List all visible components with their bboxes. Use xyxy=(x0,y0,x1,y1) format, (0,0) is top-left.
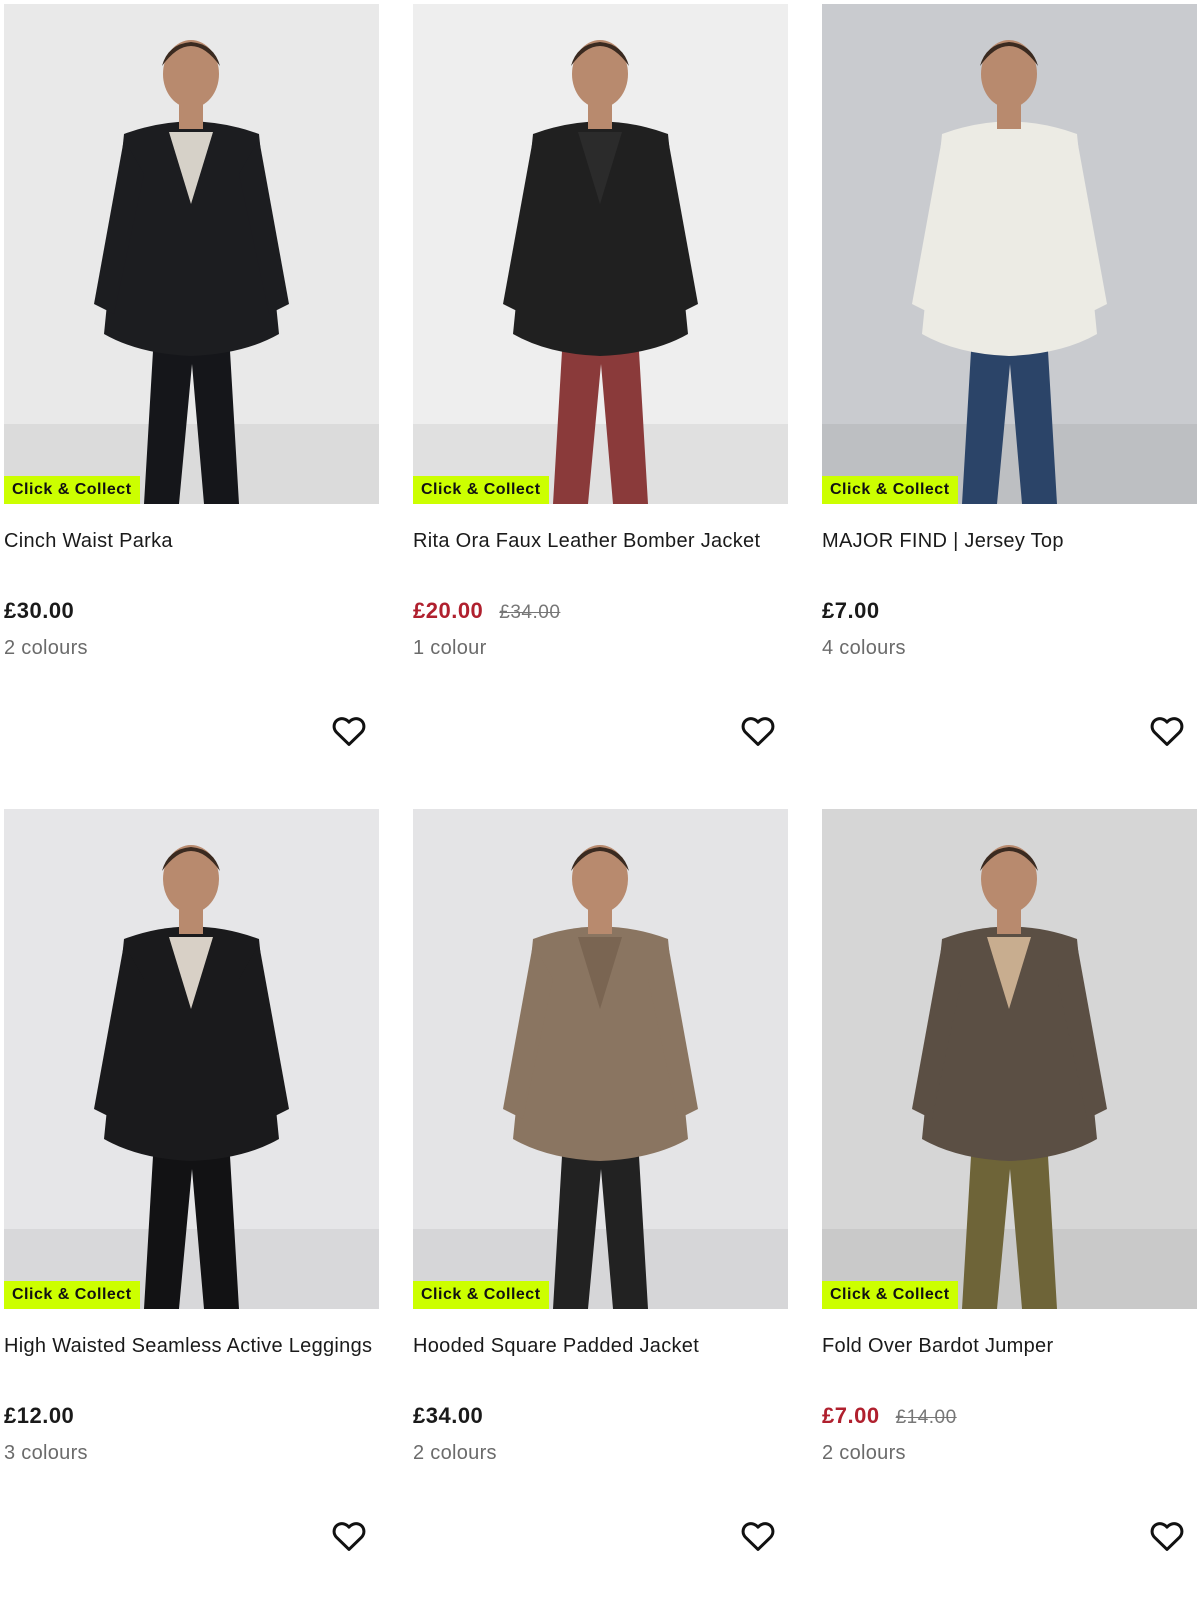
current-price: £7.00 xyxy=(822,598,880,623)
price-block: £7.00 £14.00 xyxy=(822,1403,957,1431)
product-card: Click & Collect Hooded Square Padded Jac… xyxy=(413,809,788,1609)
heart-outline-icon xyxy=(332,1522,366,1551)
price-block: £34.00 xyxy=(413,1403,483,1431)
wishlist-heart-icon[interactable] xyxy=(1148,1517,1186,1555)
wishlist-heart-icon[interactable] xyxy=(330,1517,368,1555)
current-price: £7.00 xyxy=(822,1403,880,1428)
click-and-collect-badge: Click & Collect xyxy=(4,1281,140,1309)
product-title[interactable]: High Waisted Seamless Active Leggings xyxy=(4,1335,372,1358)
colour-count[interactable]: 2 colours xyxy=(822,1442,906,1465)
product-grid: Click & Collect Cinch Waist Parka £30.00… xyxy=(0,0,1200,1552)
wishlist-heart-icon[interactable] xyxy=(330,712,368,750)
price-block: £30.00 xyxy=(4,598,74,626)
current-price: £20.00 xyxy=(413,598,484,623)
current-price: £30.00 xyxy=(4,598,75,623)
click-and-collect-badge: Click & Collect xyxy=(413,1281,549,1309)
model-white-top-image xyxy=(822,4,1197,504)
model-black-parka-image xyxy=(4,4,379,504)
product-image[interactable] xyxy=(822,809,1197,1309)
heart-outline-icon xyxy=(1150,1522,1184,1551)
product-image[interactable] xyxy=(4,4,379,504)
click-and-collect-badge: Click & Collect xyxy=(413,476,549,504)
colour-count[interactable]: 3 colours xyxy=(4,1442,88,1465)
wishlist-heart-icon[interactable] xyxy=(739,712,777,750)
heart-outline-icon xyxy=(741,717,775,746)
was-price: £14.00 xyxy=(895,1407,957,1428)
current-price: £34.00 xyxy=(413,1403,484,1428)
price-block: £7.00 xyxy=(822,598,880,626)
colour-count[interactable]: 1 colour xyxy=(413,637,487,660)
product-title[interactable]: Fold Over Bardot Jumper xyxy=(822,1335,1053,1358)
product-title[interactable]: MAJOR FIND | Jersey Top xyxy=(822,530,1064,553)
product-card: Click & Collect High Waisted Seamless Ac… xyxy=(4,809,379,1609)
product-card: Click & Collect Cinch Waist Parka £30.00… xyxy=(4,4,379,804)
heart-outline-icon xyxy=(741,1522,775,1551)
model-bardot-jumper-image xyxy=(822,809,1197,1309)
product-image[interactable] xyxy=(413,4,788,504)
current-price: £12.00 xyxy=(4,1403,75,1428)
was-price: £34.00 xyxy=(499,602,561,623)
model-padded-jacket-image xyxy=(413,809,788,1309)
model-leather-jacket-image xyxy=(413,4,788,504)
price-block: £20.00 £34.00 xyxy=(413,598,560,626)
colour-count[interactable]: 2 colours xyxy=(413,1442,497,1465)
product-card: Click & Collect Fold Over Bardot Jumper … xyxy=(822,809,1197,1609)
product-image[interactable] xyxy=(413,809,788,1309)
product-image[interactable] xyxy=(4,809,379,1309)
model-black-leggings-image xyxy=(4,809,379,1309)
wishlist-heart-icon[interactable] xyxy=(1148,712,1186,750)
product-title[interactable]: Rita Ora Faux Leather Bomber Jacket xyxy=(413,530,760,553)
product-card: Click & Collect MAJOR FIND | Jersey Top … xyxy=(822,4,1197,804)
colour-count[interactable]: 4 colours xyxy=(822,637,906,660)
product-title[interactable]: Hooded Square Padded Jacket xyxy=(413,1335,699,1358)
product-image[interactable] xyxy=(822,4,1197,504)
product-title[interactable]: Cinch Waist Parka xyxy=(4,530,173,553)
colour-count[interactable]: 2 colours xyxy=(4,637,88,660)
product-card: Click & Collect Rita Ora Faux Leather Bo… xyxy=(413,4,788,804)
wishlist-heart-icon[interactable] xyxy=(739,1517,777,1555)
heart-outline-icon xyxy=(332,717,366,746)
heart-outline-icon xyxy=(1150,717,1184,746)
click-and-collect-badge: Click & Collect xyxy=(822,1281,958,1309)
price-block: £12.00 xyxy=(4,1403,74,1431)
click-and-collect-badge: Click & Collect xyxy=(4,476,140,504)
click-and-collect-badge: Click & Collect xyxy=(822,476,958,504)
